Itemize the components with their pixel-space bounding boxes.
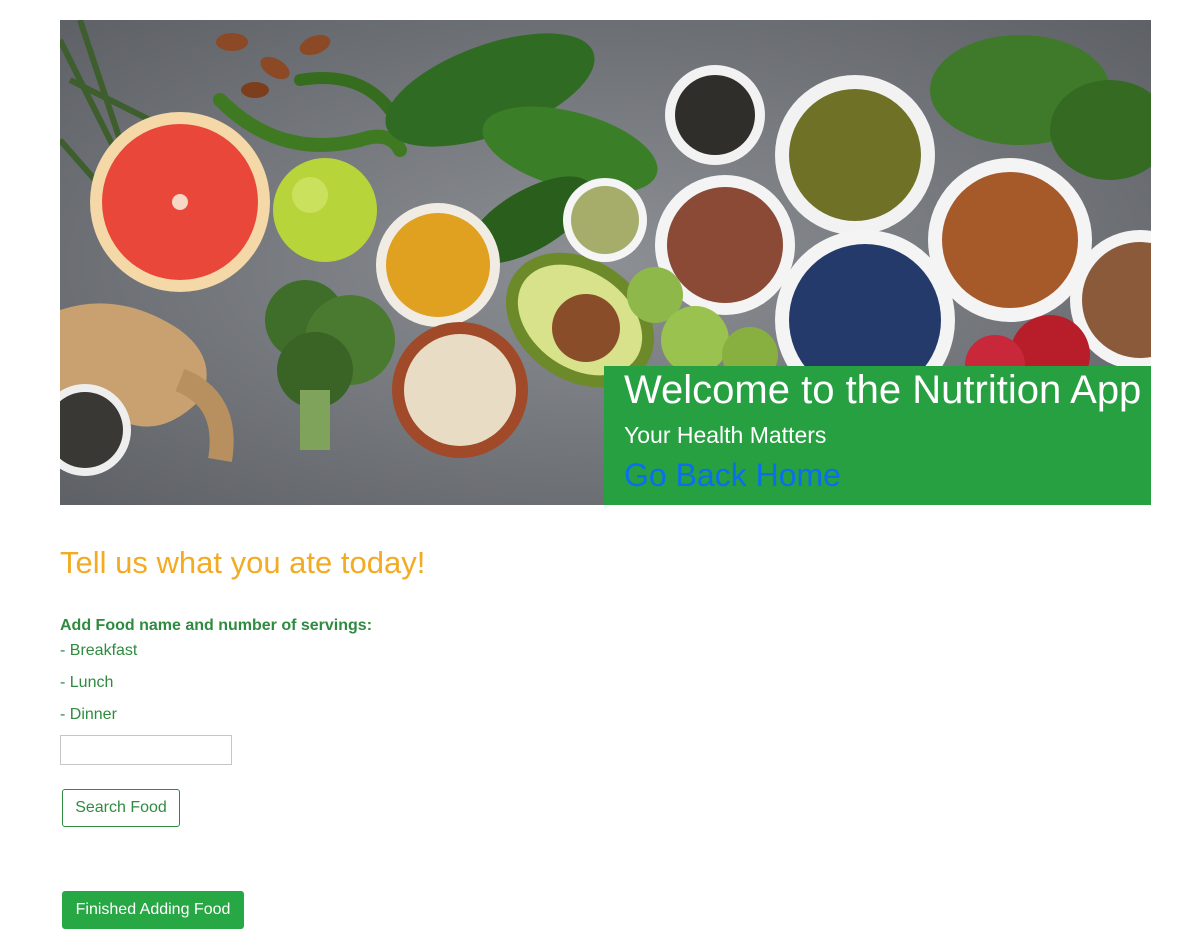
meal-dinner-label: - Dinner	[60, 706, 117, 723]
welcome-title: Welcome to the Nutrition App	[624, 368, 1142, 412]
food-name-input[interactable]	[60, 735, 232, 765]
instruction-label: Add Food name and number of servings:	[60, 617, 373, 634]
search-food-button[interactable]: Search Food	[62, 789, 180, 827]
welcome-banner-box: Welcome to the Nutrition App Your Health…	[604, 366, 1151, 505]
meal-breakfast-label: - Breakfast	[60, 642, 138, 659]
page-heading: Tell us what you ate today!	[60, 545, 426, 580]
welcome-subtitle: Your Health Matters	[624, 422, 827, 448]
finished-adding-food-button[interactable]: Finished Adding Food	[62, 891, 244, 929]
meal-lunch-label: - Lunch	[60, 674, 114, 691]
hero-banner: Welcome to the Nutrition App Your Health…	[60, 20, 1151, 505]
go-back-home-link[interactable]: Go Back Home	[624, 457, 841, 494]
